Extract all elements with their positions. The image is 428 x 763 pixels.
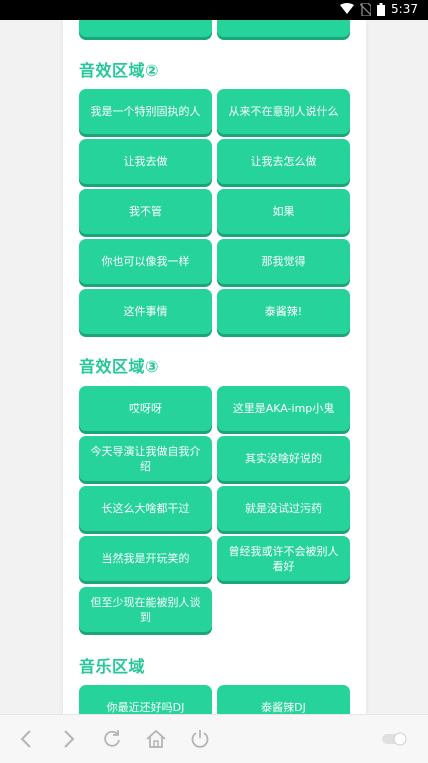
sound-button[interactable]: 让我去怎么做	[217, 139, 350, 184]
section-title: 音乐区域	[79, 657, 146, 676]
sound-button[interactable]: 这件事情	[79, 289, 212, 334]
forward-icon[interactable]	[57, 727, 81, 751]
no-sim-icon	[360, 2, 372, 16]
sound-button[interactable]: 今天导演让我做自我介绍	[79, 436, 212, 481]
sound-button[interactable]: 哎呀呀	[79, 386, 212, 431]
section-title: 音效区域③	[79, 357, 160, 376]
music-button[interactable]: 泰酱辣DJ	[217, 685, 350, 714]
sound-button[interactable]: 当然我是开玩笑的	[79, 536, 212, 581]
sound-button[interactable]: 从来不在意别人说什么	[217, 89, 350, 134]
sound-button[interactable]: 这里是AKA-imp小鬼	[217, 386, 350, 431]
sound-button[interactable]: 就是没试过污药	[217, 486, 350, 531]
browser-toolbar	[0, 714, 428, 763]
power-icon[interactable]	[188, 727, 212, 751]
sound-button[interactable]: 我是一个特别固执的人	[79, 89, 212, 134]
clock-time: 5:37	[391, 2, 418, 16]
sound-button[interactable]: 其实没啥好说的	[217, 436, 350, 481]
wifi-icon	[340, 3, 355, 15]
sound-button[interactable]: 长这么大啥都干过	[79, 486, 212, 531]
sound-button[interactable]: 让我去做	[79, 139, 212, 184]
section-title: 音效区域②	[79, 61, 160, 80]
battery-icon	[377, 2, 386, 16]
sound-button[interactable]: 泰酱辣!	[217, 289, 350, 334]
sound-button[interactable]: 你也可以像我一样	[79, 239, 212, 284]
toggle-icon[interactable]	[380, 727, 408, 751]
status-bar: 5:37	[0, 0, 428, 20]
refresh-icon[interactable]	[100, 727, 124, 751]
sound-button[interactable]: 那我觉得	[217, 239, 350, 284]
back-icon[interactable]	[14, 727, 38, 751]
sound-button[interactable]: 但至少现在能被别人谈到	[79, 587, 212, 632]
sound-button[interactable]: 曾经我或许不会被别人看好	[217, 536, 350, 581]
soundboard-page[interactable]: 音效区域② 我是一个特别固执的人 从来不在意别人说什么 让我去做 让我去怎么做 …	[63, 20, 366, 714]
sound-button[interactable]: 我不管	[79, 189, 212, 234]
music-button[interactable]: 你最近还好吗DJ	[79, 685, 212, 714]
sound-button-partial[interactable]	[79, 20, 212, 37]
sound-button[interactable]: 如果	[217, 189, 350, 234]
home-icon[interactable]	[144, 727, 168, 751]
sound-button-partial[interactable]	[217, 20, 350, 37]
